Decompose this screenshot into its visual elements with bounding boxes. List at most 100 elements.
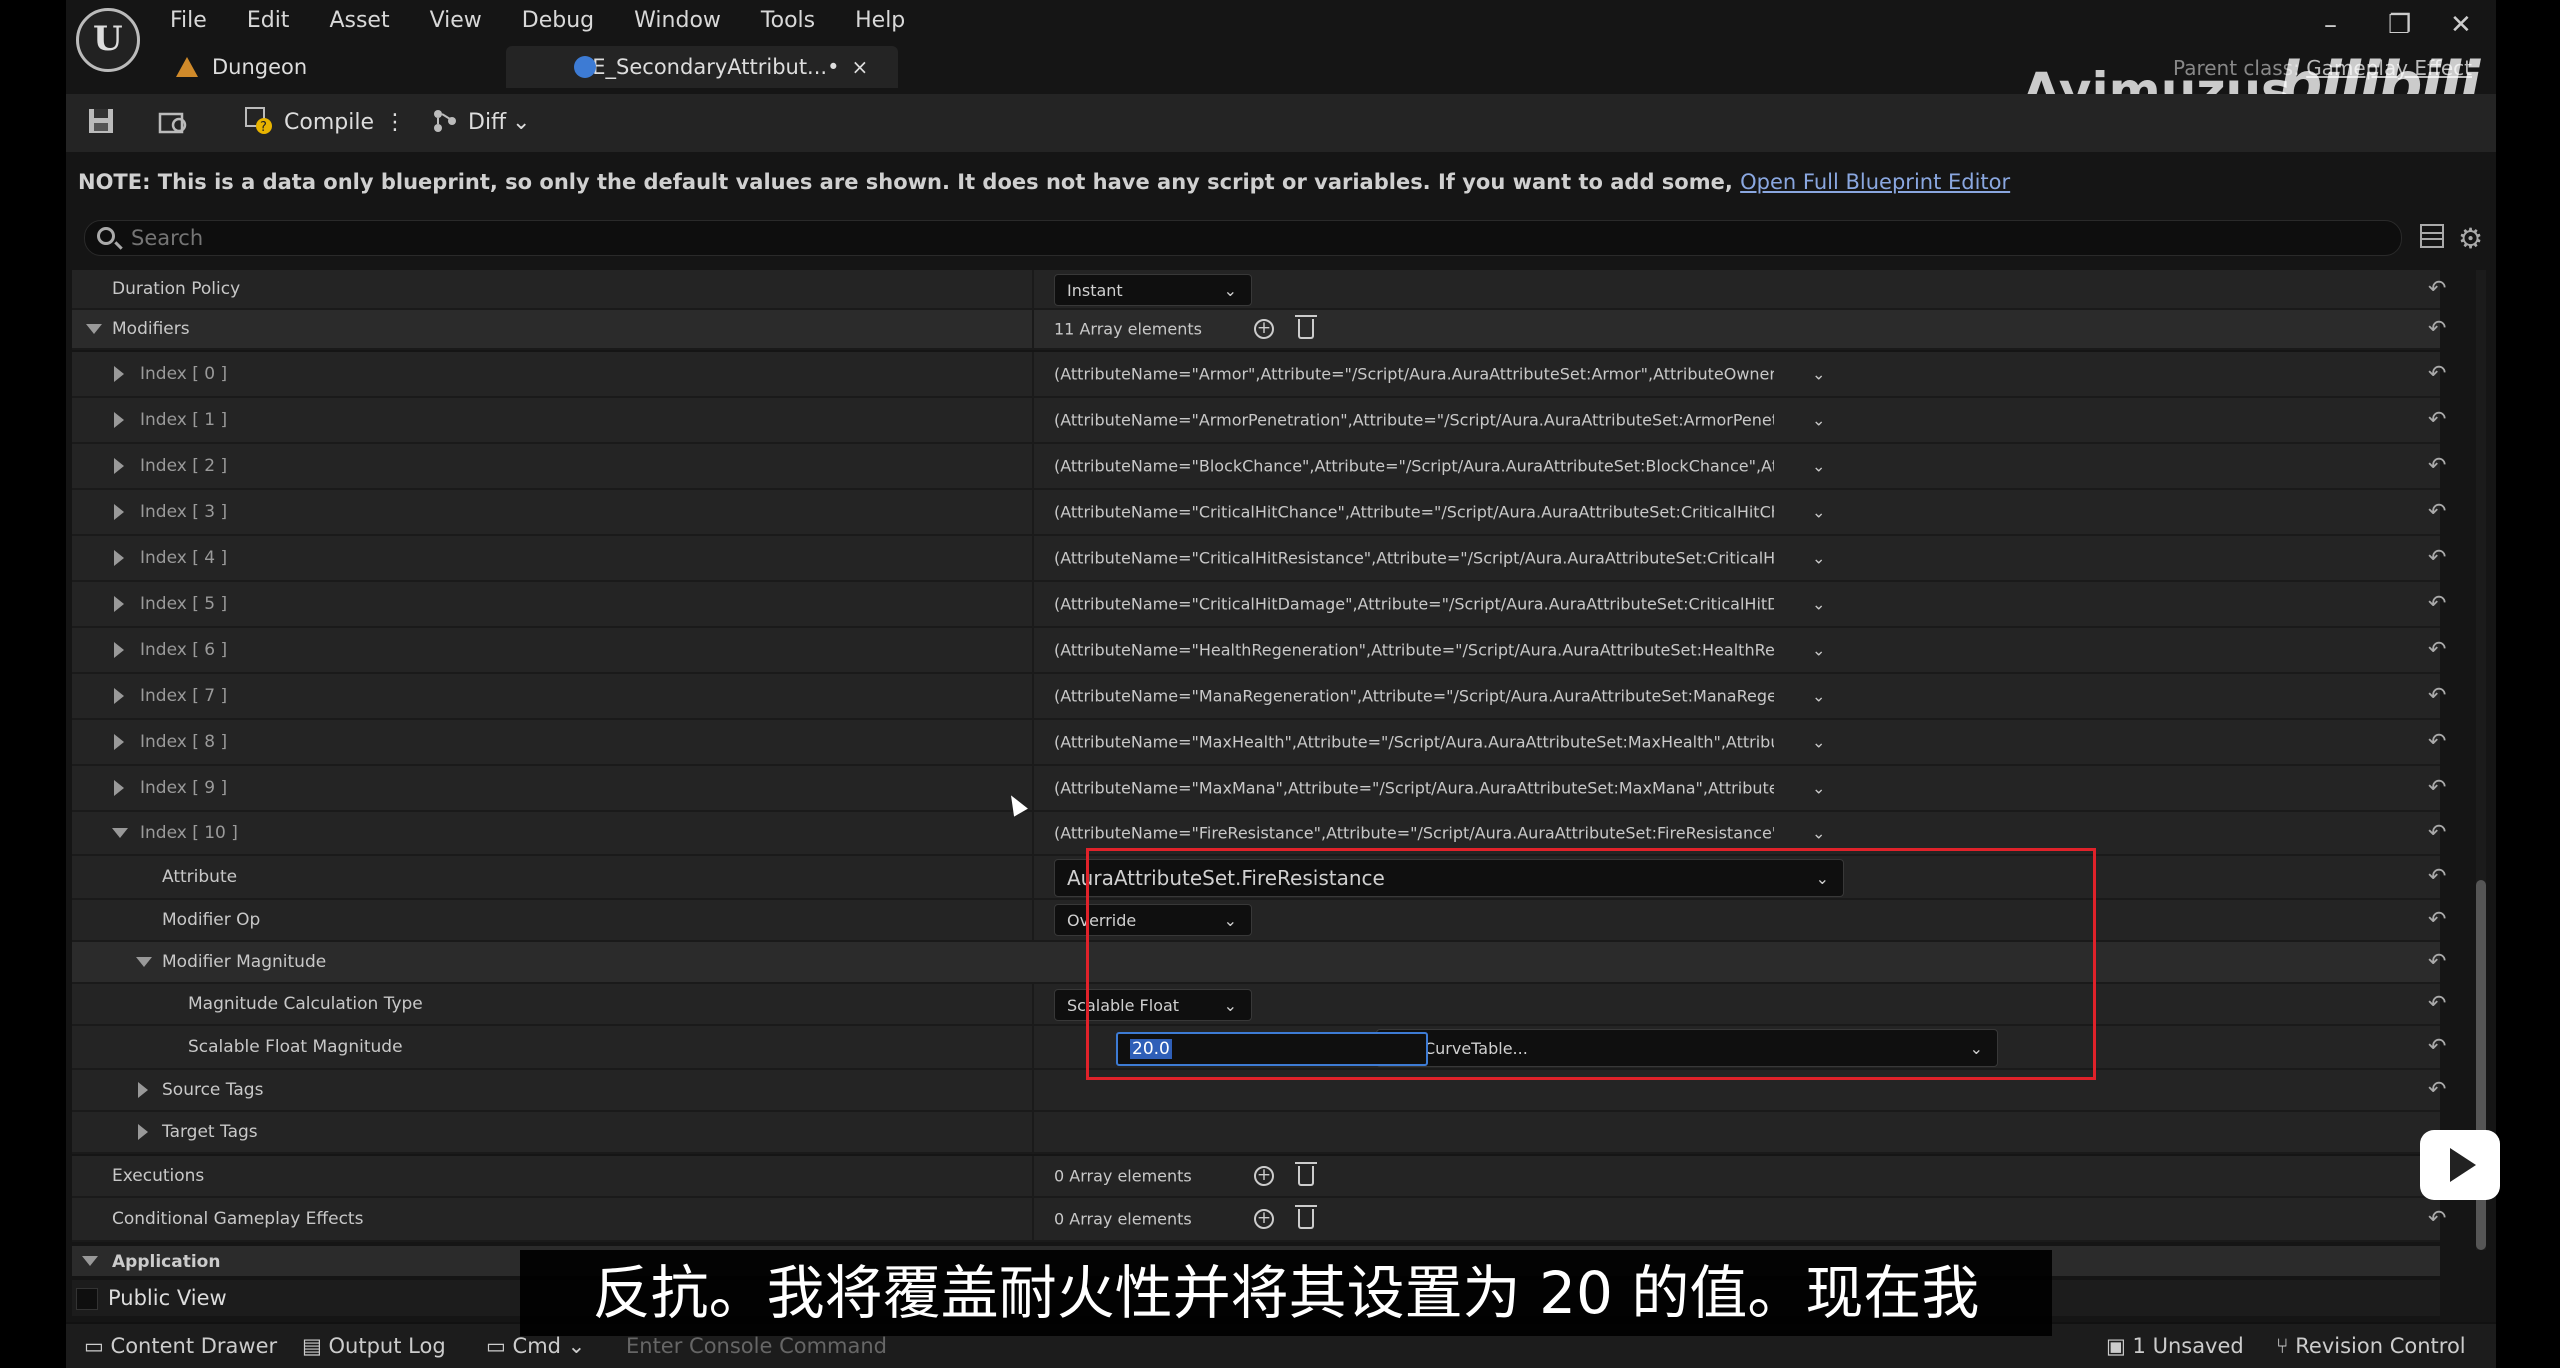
expand-arrow-icon[interactable] — [114, 366, 124, 382]
output-log-button[interactable]: ▤ Output Log — [302, 1334, 446, 1358]
expand-arrow-icon[interactable] — [114, 596, 124, 612]
duration-policy-dropdown[interactable]: Instant ⌄ — [1054, 274, 1252, 306]
expand-arrow-icon[interactable] — [114, 550, 124, 566]
expand-arrow-icon[interactable] — [114, 688, 124, 704]
reset-icon[interactable]: ↶ — [2428, 821, 2446, 846]
reset-icon[interactable]: ↶ — [2428, 317, 2446, 342]
row-index-2[interactable]: Index [ 2 ] (AttributeName="BlockChance"… — [72, 444, 2446, 490]
menu-debug[interactable]: Debug — [522, 6, 594, 36]
cmd-dropdown[interactable]: ▭ Cmd ⌄ — [486, 1334, 585, 1358]
compile-icon[interactable]: ? — [244, 106, 274, 136]
row-index-3[interactable]: Index [ 3 ] (AttributeName="CriticalHitC… — [72, 490, 2446, 536]
console-input[interactable]: Enter Console Command — [626, 1334, 887, 1358]
reset-icon[interactable]: ↶ — [2428, 776, 2446, 801]
chevron-down-icon[interactable]: ⌄ — [1812, 687, 1825, 706]
menu-view[interactable]: View — [430, 6, 482, 36]
trash-icon[interactable] — [1295, 1205, 1317, 1229]
play-icon[interactable] — [2420, 1130, 2500, 1200]
chevron-down-icon[interactable]: ⌄ — [1812, 411, 1825, 430]
reset-icon[interactable]: ↶ — [2428, 1207, 2446, 1232]
unsaved-button[interactable]: ▣ 1 Unsaved — [2106, 1334, 2244, 1358]
collapse-arrow-icon[interactable] — [86, 324, 102, 334]
chevron-down-icon[interactable]: ⌄ — [1812, 733, 1825, 752]
reset-icon[interactable]: ↶ — [2428, 454, 2446, 479]
reset-icon[interactable]: ↶ — [2428, 865, 2446, 890]
expand-arrow-icon[interactable] — [114, 734, 124, 750]
menu-asset[interactable]: Asset — [329, 6, 389, 36]
expand-arrow-icon[interactable] — [114, 642, 124, 658]
chevron-down-icon[interactable]: ⌄ — [1812, 457, 1825, 476]
reset-icon[interactable]: ↶ — [2428, 992, 2446, 1017]
expand-arrow-icon[interactable] — [138, 1124, 148, 1140]
reset-icon[interactable]: ↶ — [2428, 1078, 2446, 1103]
close-window-icon[interactable]: ✕ — [2450, 10, 2472, 40]
browse-icon[interactable] — [158, 106, 188, 136]
unreal-logo-icon[interactable]: U — [76, 8, 140, 72]
row-index-7[interactable]: Index [ 7 ] (AttributeName="ManaRegenera… — [72, 674, 2446, 720]
menu-window[interactable]: Window — [634, 6, 721, 36]
row-index-6[interactable]: Index [ 6 ] (AttributeName="HealthRegene… — [72, 628, 2446, 674]
menu-tools[interactable]: Tools — [761, 6, 815, 36]
add-element-icon[interactable]: + — [1254, 1209, 1274, 1229]
table-view-icon[interactable] — [2420, 224, 2444, 248]
row-index-9[interactable]: Index [ 9 ] (AttributeName="MaxMana",Att… — [72, 766, 2446, 812]
open-full-editor-link[interactable]: Open Full Blueprint Editor — [1740, 170, 2010, 194]
trash-icon[interactable] — [1295, 1162, 1317, 1186]
search-input[interactable] — [129, 223, 2333, 253]
diff-icon[interactable] — [430, 106, 460, 136]
tab-dungeon[interactable]: Dungeon — [176, 46, 307, 88]
diff-button[interactable]: Diff — [468, 110, 506, 135]
menu-edit[interactable]: Edit — [247, 6, 290, 36]
add-element-icon[interactable]: + — [1254, 1166, 1274, 1186]
collapse-arrow-icon[interactable] — [136, 957, 152, 967]
close-tab-icon[interactable]: × — [851, 55, 868, 79]
expand-arrow-icon[interactable] — [114, 504, 124, 520]
chevron-down-icon[interactable]: ⌄ — [1812, 824, 1825, 843]
reset-icon[interactable]: ↶ — [2428, 908, 2446, 933]
reset-icon[interactable]: ↶ — [2428, 730, 2446, 755]
row-target-tags[interactable]: Target Tags — [72, 1112, 2440, 1154]
restore-icon[interactable]: ❐ — [2388, 10, 2411, 40]
reset-icon[interactable]: ↶ — [2428, 277, 2446, 302]
expand-arrow-icon[interactable] — [114, 458, 124, 474]
row-index-4[interactable]: Index [ 4 ] (AttributeName="CriticalHitR… — [72, 536, 2446, 582]
menu-help[interactable]: Help — [855, 6, 905, 36]
expand-arrow-icon[interactable] — [114, 780, 124, 796]
reset-icon[interactable]: ↶ — [2428, 1035, 2446, 1060]
collapse-arrow-icon[interactable] — [112, 828, 128, 838]
minimize-icon[interactable]: – — [2324, 10, 2337, 40]
chevron-down-icon[interactable]: ⌄ — [1812, 595, 1825, 614]
compile-options-icon[interactable]: ⋮ — [384, 110, 406, 135]
chevron-down-icon[interactable]: ⌄ — [1812, 503, 1825, 522]
reset-icon[interactable]: ↶ — [2428, 638, 2446, 663]
reset-icon[interactable]: ↶ — [2428, 546, 2446, 571]
tab-gameplay-effect[interactable]: GE_SecondaryAttribut...• × — [506, 46, 898, 88]
row-modifiers[interactable]: Modifiers 11 Array elements + ↶ — [72, 310, 2446, 350]
row-index-1[interactable]: Index [ 1 ] (AttributeName="ArmorPenetra… — [72, 398, 2446, 444]
row-index-8[interactable]: Index [ 8 ] (AttributeName="MaxHealth",A… — [72, 720, 2446, 766]
reset-icon[interactable]: ↶ — [2428, 592, 2446, 617]
reset-icon[interactable]: ↶ — [2428, 500, 2446, 525]
gear-icon[interactable]: ⚙ — [2458, 222, 2483, 255]
chevron-down-icon[interactable]: ⌄ — [512, 110, 530, 135]
public-view-checkbox[interactable] — [76, 1288, 98, 1310]
expand-arrow-icon[interactable] — [138, 1082, 148, 1098]
expand-arrow-icon[interactable] — [114, 412, 124, 428]
row-index-5[interactable]: Index [ 5 ] (AttributeName="CriticalHitD… — [72, 582, 2446, 628]
menu-file[interactable]: File — [170, 6, 207, 36]
content-drawer-button[interactable]: ▭ Content Drawer — [84, 1334, 277, 1358]
reset-icon[interactable]: ↶ — [2428, 362, 2446, 387]
compile-button[interactable]: Compile — [284, 110, 374, 135]
collapse-arrow-icon[interactable] — [82, 1256, 98, 1266]
reset-icon[interactable]: ↶ — [2428, 684, 2446, 709]
trash-icon[interactable] — [1295, 315, 1317, 339]
row-index-0[interactable]: Index [ 0 ] (AttributeName="Armor",Attri… — [72, 352, 2446, 398]
add-element-icon[interactable]: + — [1254, 319, 1274, 339]
revision-control-button[interactable]: ⑂ Revision Control — [2276, 1334, 2466, 1358]
reset-icon[interactable]: ↶ — [2428, 408, 2446, 433]
reset-icon[interactable]: ↶ — [2428, 950, 2446, 975]
chevron-down-icon[interactable]: ⌄ — [1812, 779, 1825, 798]
save-icon[interactable] — [86, 106, 116, 136]
chevron-down-icon[interactable]: ⌄ — [1812, 641, 1825, 660]
chevron-down-icon[interactable]: ⌄ — [1812, 549, 1825, 568]
